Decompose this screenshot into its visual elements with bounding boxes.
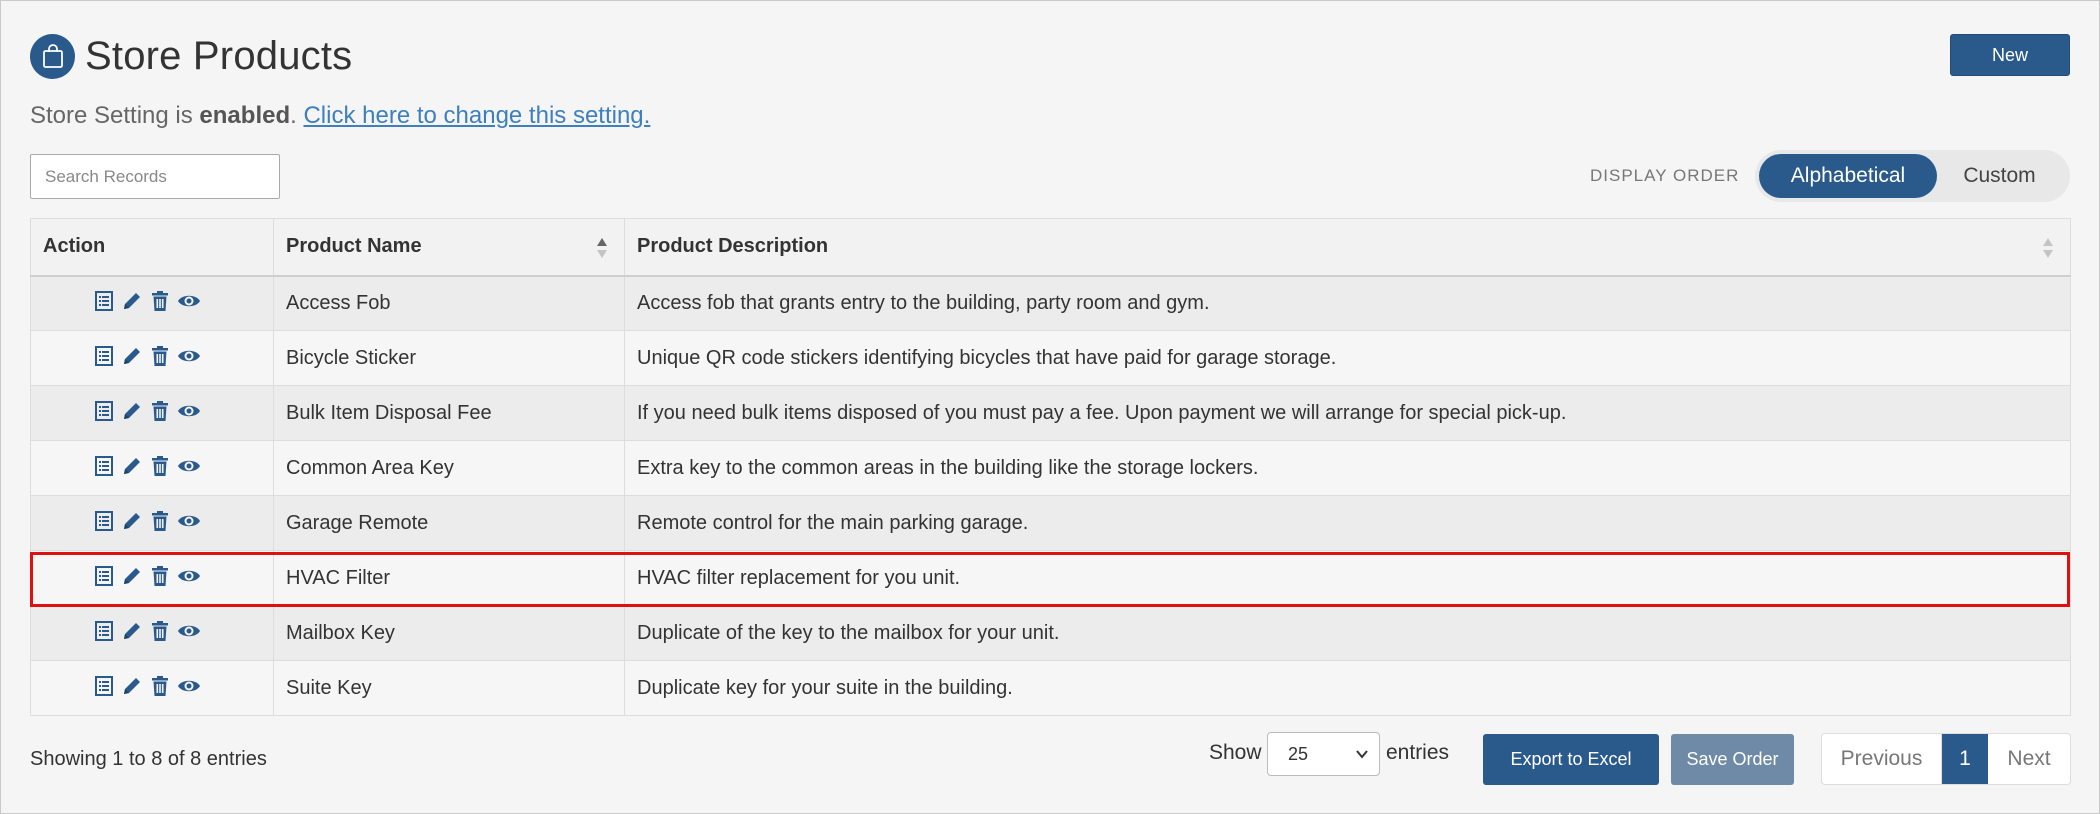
sort-asc-icon [597, 238, 607, 258]
details-icon[interactable] [95, 455, 113, 476]
table-row: Mailbox Key Duplicate of the key to the m… [30, 605, 2071, 661]
product-name-cell: Suite Key [273, 660, 625, 716]
display-order-toggle: Alphabetical Custom [1755, 150, 2070, 202]
edit-icon[interactable] [121, 510, 143, 532]
page-1-button[interactable]: 1 [1942, 734, 1988, 784]
product-name-cell: Garage Remote [273, 495, 625, 551]
eye-icon[interactable] [177, 512, 201, 530]
action-cell [30, 275, 274, 331]
trash-icon[interactable] [151, 675, 169, 697]
products-table-wrapper: Action Product Name Product Description [30, 218, 2071, 716]
details-icon[interactable] [95, 510, 113, 531]
details-icon[interactable] [95, 290, 113, 311]
product-description-cell: Access fob that grants entry to the buil… [624, 275, 2071, 331]
chevron-down-icon [1356, 750, 1368, 759]
action-cell [30, 385, 274, 441]
trash-icon[interactable] [151, 290, 169, 312]
edit-icon[interactable] [121, 675, 143, 697]
product-description-cell: If you need bulk items disposed of you m… [624, 385, 2071, 441]
products-table: Action Product Name Product Description [30, 218, 2071, 716]
table-row: Bulk Item Disposal Fee If you need bulk i… [30, 385, 2071, 441]
table-row: HVAC Filter HVAC filter replacement for y… [30, 550, 2071, 606]
search-input[interactable] [30, 154, 280, 199]
product-name-cell: Mailbox Key [273, 605, 625, 661]
column-header-product-name[interactable]: Product Name [273, 218, 625, 277]
next-page-button[interactable]: Next [1988, 734, 2070, 784]
table-row: Garage Remote Remote control for the main… [30, 495, 2071, 551]
trash-icon[interactable] [151, 510, 169, 532]
product-description-cell: Duplicate key for your suite in the buil… [624, 660, 2071, 716]
column-header-product-description[interactable]: Product Description [624, 218, 2071, 277]
product-description-cell: Duplicate of the key to the mailbox for … [624, 605, 2071, 661]
product-description-cell: Extra key to the common areas in the bui… [624, 440, 2071, 496]
details-icon[interactable] [95, 620, 113, 641]
setting-status: enabled [199, 102, 291, 129]
action-cell [30, 440, 274, 496]
entries-label: entries [1386, 741, 1450, 764]
trash-icon[interactable] [151, 345, 169, 367]
shopping-bag-icon [30, 33, 75, 79]
entries-select-value: 25 [1288, 743, 1309, 764]
table-row: Suite Key Duplicate key for your suite in… [30, 660, 2071, 716]
action-cell [30, 550, 274, 606]
table-row: Access Fob Access fob that grants entry t… [30, 275, 2071, 331]
pagination: Previous 1 Next [1821, 733, 2071, 785]
product-name-cell: HVAC Filter [273, 550, 625, 606]
setting-prefix: Store Setting is [30, 102, 200, 129]
eye-icon[interactable] [177, 292, 201, 310]
edit-icon[interactable] [121, 345, 143, 367]
product-description-cell: HVAC filter replacement for you unit. [624, 550, 2071, 606]
eye-icon[interactable] [177, 677, 201, 695]
product-description-cell: Unique QR code stickers identifying bicy… [624, 330, 2071, 386]
entries-info: Showing 1 to 8 of 8 entries [30, 748, 267, 770]
edit-icon[interactable] [121, 455, 143, 477]
column-header-action: Action [30, 218, 274, 277]
table-row: Bicycle Sticker Unique QR code stickers i… [30, 330, 2071, 386]
sort-both-icon [2043, 238, 2053, 258]
eye-icon[interactable] [177, 622, 201, 640]
product-name-cell: Access Fob [273, 275, 625, 331]
action-cell [30, 330, 274, 386]
eye-icon[interactable] [177, 402, 201, 420]
edit-icon[interactable] [121, 290, 143, 312]
previous-page-button[interactable]: Previous [1822, 734, 1942, 784]
save-order-button[interactable]: Save Order [1671, 734, 1794, 785]
eye-icon[interactable] [177, 567, 201, 585]
new-button[interactable]: New [1950, 34, 2070, 76]
display-order-label: DISPLAY ORDER [1590, 166, 1740, 185]
edit-icon[interactable] [121, 400, 143, 422]
trash-icon[interactable] [151, 400, 169, 422]
details-icon[interactable] [95, 400, 113, 421]
eye-icon[interactable] [177, 457, 201, 475]
toggle-custom[interactable]: Custom [1937, 154, 2062, 198]
table-row: Common Area Key Extra key to the common a… [30, 440, 2071, 496]
table-header-row: Action Product Name Product Description [30, 218, 2071, 277]
details-icon[interactable] [95, 565, 113, 586]
toggle-alphabetical[interactable]: Alphabetical [1759, 154, 1937, 198]
page-title: Store Products [85, 33, 353, 78]
change-setting-link[interactable]: Click here to change this setting. [303, 102, 650, 129]
export-to-excel-button[interactable]: Export to Excel [1483, 734, 1659, 785]
product-name-cell: Bulk Item Disposal Fee [273, 385, 625, 441]
edit-icon[interactable] [121, 565, 143, 587]
action-cell [30, 660, 274, 716]
action-cell [30, 605, 274, 661]
trash-icon[interactable] [151, 455, 169, 477]
trash-icon[interactable] [151, 620, 169, 642]
trash-icon[interactable] [151, 565, 169, 587]
details-icon[interactable] [95, 675, 113, 696]
edit-icon[interactable] [121, 620, 143, 642]
store-setting-line: Store Setting is enabled. Click here to … [30, 102, 650, 130]
entries-per-page-select[interactable]: 25 [1267, 732, 1380, 776]
action-cell [30, 495, 274, 551]
eye-icon[interactable] [177, 347, 201, 365]
setting-suffix: . [290, 102, 304, 129]
show-label: Show [1209, 741, 1262, 764]
page-header: Store Products [30, 32, 352, 80]
product-name-cell: Bicycle Sticker [273, 330, 625, 386]
product-name-cell: Common Area Key [273, 440, 625, 496]
details-icon[interactable] [95, 345, 113, 366]
product-description-cell: Remote control for the main parking gara… [624, 495, 2071, 551]
